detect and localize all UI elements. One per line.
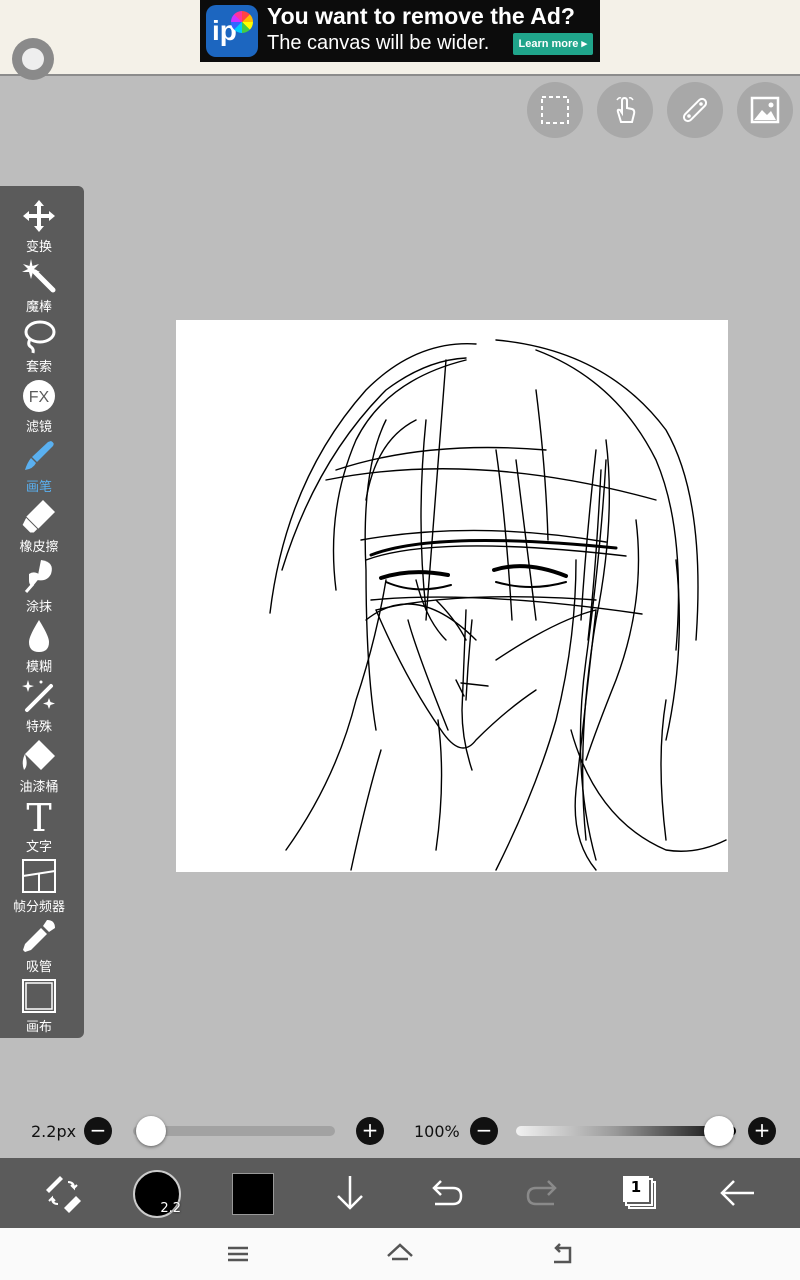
brush-size-value: 2.2px — [31, 1122, 77, 1141]
tool-transform[interactable]: 变换 — [0, 194, 78, 255]
brush-size-preview[interactable]: 2.2 — [133, 1170, 181, 1218]
tool-label: 滤镜 — [25, 420, 52, 435]
color-swatch-button[interactable] — [232, 1173, 274, 1215]
opacity-slider[interactable] — [516, 1126, 736, 1136]
ruler-icon — [682, 97, 708, 123]
home-nav-button[interactable] — [384, 1238, 416, 1270]
tool-label: 文字 — [25, 840, 52, 855]
layers-button[interactable]: 1 — [615, 1168, 665, 1218]
layer-count: 1 — [630, 1178, 642, 1196]
tool-label: 油漆桶 — [19, 780, 59, 795]
brush-icon — [25, 441, 54, 470]
tool-label: 画布 — [25, 1020, 52, 1035]
tool-smudge[interactable]: 涂抹 — [0, 554, 78, 615]
redo-icon — [526, 1180, 557, 1206]
svg-text:FX: FX — [29, 389, 50, 406]
brush-eraser-swap-icon — [46, 1176, 81, 1213]
eyedropper-icon — [23, 920, 55, 952]
tool-text[interactable]: T 文字 — [0, 794, 78, 855]
tool-blur[interactable]: 模糊 — [0, 614, 78, 675]
tool-lasso[interactable]: 套索 — [0, 314, 78, 375]
selection-icon — [541, 96, 569, 124]
brush-size-badge: 2.2 — [160, 1201, 181, 1216]
tool-label: 画笔 — [25, 480, 52, 495]
brush-size-increase-button[interactable]: + — [356, 1117, 384, 1145]
tool-label: 涂抹 — [25, 600, 52, 615]
back-button[interactable] — [712, 1168, 762, 1218]
menu-icon — [228, 1246, 248, 1262]
ad-subtitle: The canvas will be wider. — [267, 32, 490, 54]
tool-magic-wand[interactable]: 魔棒 — [0, 254, 78, 315]
selection-layer-button[interactable] — [527, 82, 583, 138]
tool-label: 魔棒 — [25, 300, 52, 315]
menu-nav-button[interactable] — [222, 1238, 254, 1270]
paint-bucket-icon — [22, 740, 55, 770]
arrow-down-icon — [337, 1176, 363, 1210]
system-nav-bar — [0, 1228, 800, 1280]
image-icon — [750, 96, 780, 124]
lasso-icon — [24, 320, 56, 354]
tool-label: 特殊 — [25, 720, 52, 735]
ad-banner-bar: ip You want to remove the Ad? The canvas… — [0, 0, 800, 80]
sparkle-wand-icon — [22, 680, 55, 712]
undo-icon — [432, 1180, 463, 1206]
sketch-drawing — [269, 339, 727, 871]
hand-touch-icon — [616, 96, 636, 123]
move-icon — [23, 200, 55, 232]
blur-drop-icon — [29, 620, 49, 652]
tool-paint-bucket[interactable]: 油漆桶 — [0, 734, 78, 795]
tool-special[interactable]: 特殊 — [0, 674, 78, 735]
eraser-icon — [21, 500, 55, 534]
home-icon — [387, 1243, 413, 1261]
frame-divider-icon — [22, 859, 56, 893]
tool-label: 吸管 — [25, 960, 52, 975]
arrow-left-icon — [720, 1180, 754, 1206]
tool-eyedropper[interactable]: 吸管 — [0, 914, 78, 975]
ad-title: You want to remove the Ad? — [267, 3, 575, 29]
text-icon: T — [26, 798, 51, 834]
opacity-slider-thumb[interactable] — [704, 1116, 734, 1146]
bottom-toolbar: 2.2 1 — [0, 1158, 800, 1228]
ruler-button[interactable] — [667, 82, 723, 138]
smudge-icon — [24, 560, 52, 593]
touch-gesture-button[interactable] — [597, 82, 653, 138]
tool-brush[interactable]: 画笔 — [0, 434, 78, 495]
redo-button[interactable] — [518, 1168, 568, 1218]
undo-button[interactable] — [421, 1168, 471, 1218]
learn-more-button[interactable]: Learn more ▸ — [512, 33, 593, 55]
tool-eraser[interactable]: 橡皮擦 — [0, 494, 78, 555]
tool-label: 套索 — [25, 360, 52, 375]
magic-wand-icon — [22, 259, 56, 293]
fx-icon: FX — [23, 380, 55, 412]
opacity-value: 100% — [414, 1122, 460, 1141]
brush-size-slider-thumb[interactable] — [136, 1116, 166, 1146]
back-icon — [554, 1243, 572, 1264]
tool-label: 变换 — [25, 240, 52, 255]
opacity-increase-button[interactable]: + — [748, 1117, 776, 1145]
tool-filter[interactable]: FX 滤镜 — [0, 374, 78, 435]
swap-tool-button[interactable] — [38, 1168, 88, 1218]
back-nav-button[interactable] — [546, 1238, 578, 1270]
svg-text:T: T — [26, 798, 51, 834]
tool-label: 帧分频器 — [12, 900, 65, 915]
ad-banner[interactable]: ip You want to remove the Ad? The canvas… — [200, 0, 600, 62]
tool-canvas[interactable]: 画布 — [0, 974, 78, 1035]
floating-menu-button[interactable] — [12, 38, 54, 80]
tool-label: 模糊 — [25, 660, 52, 675]
opacity-decrease-button[interactable]: − — [470, 1117, 498, 1145]
download-button[interactable] — [325, 1168, 375, 1218]
reference-image-button[interactable] — [737, 82, 793, 138]
brush-size-decrease-button[interactable]: − — [84, 1117, 112, 1145]
canvas-icon — [22, 979, 56, 1013]
tool-panel: 变换 魔棒 套索 FX 滤镜 画笔 橡皮擦 涂抹 模糊 特殊 油漆桶 T 文字 — [0, 186, 84, 1038]
ibis-paint-logo-icon: ip — [206, 5, 258, 57]
drawing-canvas[interactable] — [176, 320, 728, 872]
tool-frame-divider[interactable]: 帧分频器 — [0, 854, 78, 915]
tool-label: 橡皮擦 — [19, 540, 59, 555]
